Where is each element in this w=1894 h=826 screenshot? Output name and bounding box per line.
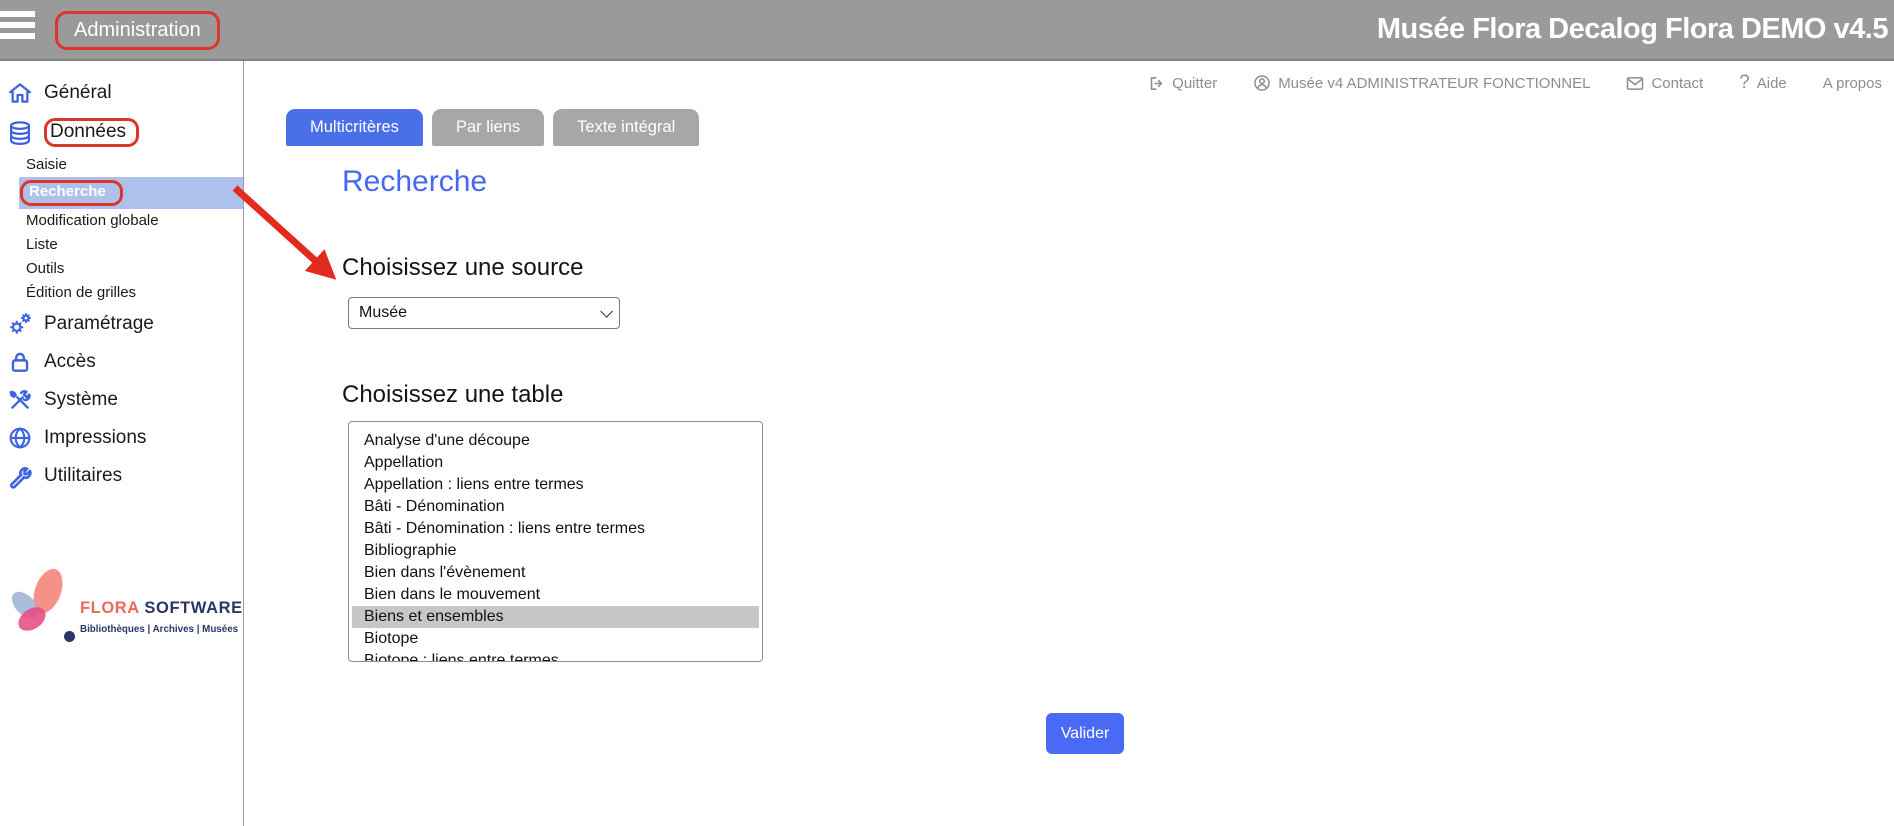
valider-button[interactable]: Valider bbox=[1046, 713, 1124, 754]
page-title: Recherche bbox=[342, 165, 487, 199]
table-option[interactable]: Analyse d'une découpe bbox=[352, 430, 759, 452]
logo-dot bbox=[64, 631, 75, 642]
sidebar-item-impressions[interactable]: Impressions bbox=[0, 419, 243, 457]
module-title: Administration bbox=[74, 19, 201, 42]
sidebar-item-general[interactable]: Général bbox=[0, 74, 243, 112]
hamburger-menu-icon[interactable] bbox=[0, 11, 44, 51]
tab-par-liens[interactable]: Par liens bbox=[432, 109, 544, 146]
sidebar-subitem-label: Recherche bbox=[29, 183, 106, 200]
table-option[interactable]: Bâti - Dénomination bbox=[352, 496, 759, 518]
table-option[interactable]: Biotope : liens entre termes bbox=[352, 650, 759, 662]
sidebar-item-systeme[interactable]: Système bbox=[0, 381, 243, 419]
sidebar-nav: Général Données Saisie Recherche Modific… bbox=[0, 61, 244, 826]
sidebar-subitem-label-annotated: Recherche bbox=[20, 180, 123, 206]
source-select-value: Musée bbox=[359, 304, 407, 322]
table-field-label: Choisissez une table bbox=[342, 381, 563, 409]
table-option[interactable]: Bibliographie bbox=[352, 540, 759, 562]
table-option[interactable]: Appellation bbox=[352, 452, 759, 474]
sidebar-item-label: Données bbox=[50, 121, 126, 142]
help-label: Aide bbox=[1757, 75, 1787, 92]
about-link[interactable]: A propos bbox=[1823, 75, 1882, 92]
quit-link[interactable]: Quitter bbox=[1148, 75, 1217, 92]
sidebar-subitem-edition-de-grilles[interactable]: Édition de grilles bbox=[0, 281, 243, 305]
logo-tagline: Bibliothèques | Archives | Musées bbox=[80, 624, 243, 635]
home-icon bbox=[7, 80, 33, 106]
chevron-down-icon bbox=[600, 305, 613, 318]
sidebar-item-donnees[interactable]: Données bbox=[0, 112, 243, 153]
sidebar-subitem-recherche-selected[interactable]: Recherche bbox=[19, 177, 243, 209]
gears-icon bbox=[7, 311, 33, 337]
contact-link[interactable]: Contact bbox=[1626, 75, 1703, 92]
sidebar-subitem-modification-globale[interactable]: Modification globale bbox=[0, 209, 243, 233]
header-links: Quitter Musée v4 ADMINISTRATEUR FONCTION… bbox=[244, 63, 1894, 103]
logo-brand-primary: FLORA bbox=[80, 599, 139, 617]
table-option[interactable]: Appellation : liens entre termes bbox=[352, 474, 759, 496]
contact-label: Contact bbox=[1651, 75, 1703, 92]
table-option-selected[interactable]: Biens et ensembles bbox=[352, 606, 759, 628]
table-listbox[interactable]: Analyse d'une découpe Appellation Appell… bbox=[348, 421, 763, 662]
user-icon bbox=[1253, 74, 1271, 92]
sidebar-item-label: Utilitaires bbox=[44, 465, 122, 487]
sidebar-item-label: Général bbox=[44, 82, 112, 104]
question-mark-icon: ? bbox=[1739, 72, 1750, 94]
sidebar-item-utilitaires[interactable]: Utilitaires bbox=[0, 457, 243, 495]
user-label: Musée v4 ADMINISTRATEUR FONCTIONNEL bbox=[1278, 75, 1590, 92]
source-select[interactable]: Musée bbox=[348, 297, 620, 329]
sidebar-subitem-outils[interactable]: Outils bbox=[0, 257, 243, 281]
app-title: Musée Flora Decalog Flora DEMO v4.5 bbox=[1377, 13, 1888, 46]
lock-icon bbox=[7, 349, 33, 375]
envelope-icon bbox=[1626, 76, 1644, 91]
sidebar-item-acces[interactable]: Accès bbox=[0, 343, 243, 381]
sidebar-item-parametrage[interactable]: Paramétrage bbox=[0, 305, 243, 343]
module-title-annotated: Administration bbox=[55, 11, 220, 50]
logo-brand-secondary: SOFTWARE bbox=[144, 599, 242, 617]
logout-icon bbox=[1148, 75, 1165, 92]
globe-icon bbox=[7, 425, 33, 451]
sidebar-item-label: Paramétrage bbox=[44, 313, 154, 335]
tab-texte-integral[interactable]: Texte intégral bbox=[553, 109, 699, 146]
help-link[interactable]: ? Aide bbox=[1739, 72, 1787, 94]
source-field-label: Choisissez une source bbox=[342, 254, 583, 282]
table-option[interactable]: Bien dans le mouvement bbox=[352, 584, 759, 606]
user-account[interactable]: Musée v4 ADMINISTRATEUR FONCTIONNEL bbox=[1253, 74, 1590, 92]
logo-text: FLORA SOFTWARE Bibliothèques | Archives … bbox=[80, 599, 243, 635]
database-icon bbox=[7, 120, 33, 146]
sidebar-subitem-saisie[interactable]: Saisie bbox=[0, 153, 243, 177]
tab-multicriteres[interactable]: Multicritères bbox=[286, 109, 423, 146]
sidebar-item-label-annotated: Données bbox=[44, 118, 139, 147]
flora-admin-screen: Administration Musée Flora Decalog Flora… bbox=[0, 0, 1894, 826]
tools-icon bbox=[7, 387, 33, 413]
sidebar-item-label: Système bbox=[44, 389, 118, 411]
search-tabs: Multicritères Par liens Texte intégral bbox=[286, 109, 699, 146]
sidebar-subitem-liste[interactable]: Liste bbox=[0, 233, 243, 257]
about-label: A propos bbox=[1823, 75, 1882, 92]
table-option[interactable]: Biotope bbox=[352, 628, 759, 650]
flora-software-logo: FLORA SOFTWARE Bibliothèques | Archives … bbox=[6, 561, 244, 671]
top-bar: Administration Musée Flora Decalog Flora… bbox=[0, 0, 1894, 61]
sidebar-item-label: Impressions bbox=[44, 427, 146, 449]
table-option[interactable]: Bien dans l'évènement bbox=[352, 562, 759, 584]
quit-label: Quitter bbox=[1172, 75, 1217, 92]
sidebar-item-label: Accès bbox=[44, 351, 96, 373]
wrench-icon bbox=[7, 463, 33, 489]
table-option[interactable]: Bâti - Dénomination : liens entre termes bbox=[352, 518, 759, 540]
